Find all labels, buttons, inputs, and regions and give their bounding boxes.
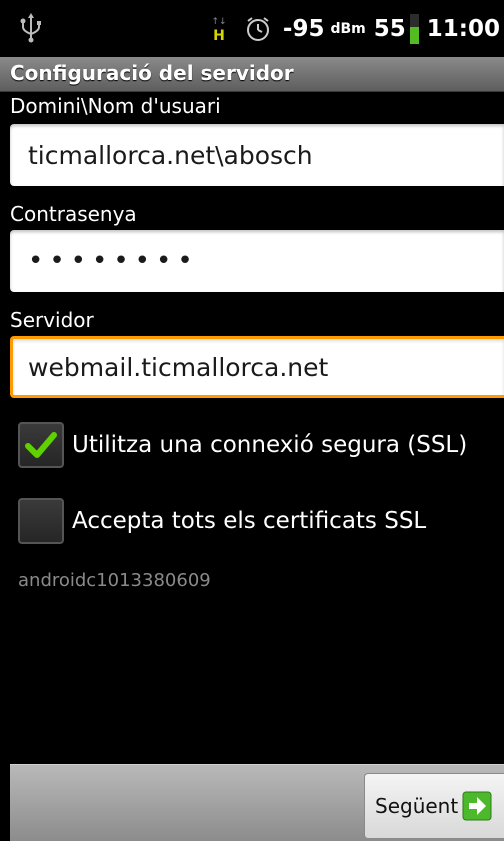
- svg-text:↑↓: ↑↓: [211, 17, 226, 27]
- alarm-icon: [246, 16, 269, 41]
- password-field[interactable]: ••••••••: [10, 230, 504, 292]
- status-bar: ↑↓ H -95 dBm 55 11:00: [0, 0, 504, 57]
- server-value: webmail.ticmallorca.net: [28, 352, 329, 382]
- usb-icon: [20, 13, 41, 43]
- password-value: ••••••••: [28, 246, 199, 276]
- accept-all-certificates-row[interactable]: Accepta tots els certificats SSL: [18, 498, 426, 544]
- ssl-checkbox-label: Utilitza una connexió segura (SSL): [72, 432, 468, 458]
- password-label: Contrasenya: [10, 202, 137, 226]
- battery-level: 55: [373, 15, 406, 42]
- username-value: ticmallorca.net\abosch: [28, 140, 313, 170]
- username-field[interactable]: ticmallorca.net\abosch: [10, 124, 504, 186]
- next-button-label: Següent: [375, 794, 459, 818]
- svg-text:H: H: [213, 28, 225, 44]
- ssl-checkbox-row[interactable]: Utilitza una connexió segura (SSL): [18, 422, 467, 468]
- next-button[interactable]: Següent: [364, 773, 504, 839]
- ssl-checkbox[interactable]: [18, 422, 64, 468]
- account-id: androidc1013380609: [18, 570, 211, 591]
- accept-all-certificates-label: Accepta tots els certificats SSL: [72, 508, 427, 534]
- title-bar: Configuració del servidor: [0, 57, 504, 92]
- page-title: Configuració del servidor: [10, 61, 294, 85]
- hsdpa-icon: ↑↓ H: [211, 17, 226, 44]
- signal-unit: dBm: [330, 20, 366, 37]
- username-label: Domini\Nom d'usuari: [10, 94, 221, 118]
- signal-strength: -95: [282, 15, 325, 42]
- battery-icon: [409, 13, 419, 44]
- arrow-right-icon: [462, 791, 492, 821]
- server-label: Servidor: [10, 308, 94, 332]
- accept-all-certificates-checkbox[interactable]: [18, 498, 64, 544]
- checkmark-icon: [25, 432, 57, 458]
- clock: 11:00: [426, 15, 500, 42]
- bottom-bar: Següent: [10, 764, 504, 841]
- server-field[interactable]: webmail.ticmallorca.net: [10, 336, 504, 398]
